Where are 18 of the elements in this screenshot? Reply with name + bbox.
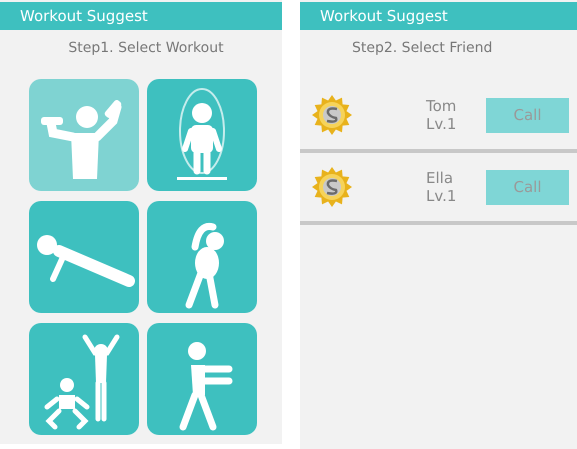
medal-icon — [310, 165, 354, 209]
friend-level: Lv.1 — [426, 115, 458, 133]
workout-tile[interactable] — [147, 201, 257, 313]
friend-name: Ella — [426, 169, 454, 187]
friend-name: Tom — [426, 97, 458, 115]
workout-tile[interactable] — [29, 79, 139, 191]
friend-level: Lv.1 — [426, 187, 458, 205]
workout-tile[interactable] — [147, 79, 257, 191]
step-heading: Step2. Select Friend — [352, 39, 494, 58]
workout-tile[interactable] — [29, 201, 139, 313]
app-title: Workout Suggest — [320, 8, 448, 24]
app-title: Workout Suggest — [20, 8, 148, 24]
call-button[interactable]: Call — [486, 98, 569, 132]
step-heading: Step1. Select Workout — [67, 39, 225, 58]
medal-icon — [310, 93, 354, 137]
call-button[interactable]: Call — [486, 170, 569, 204]
workout-tile[interactable] — [147, 323, 257, 435]
workout-tile[interactable] — [29, 323, 139, 435]
